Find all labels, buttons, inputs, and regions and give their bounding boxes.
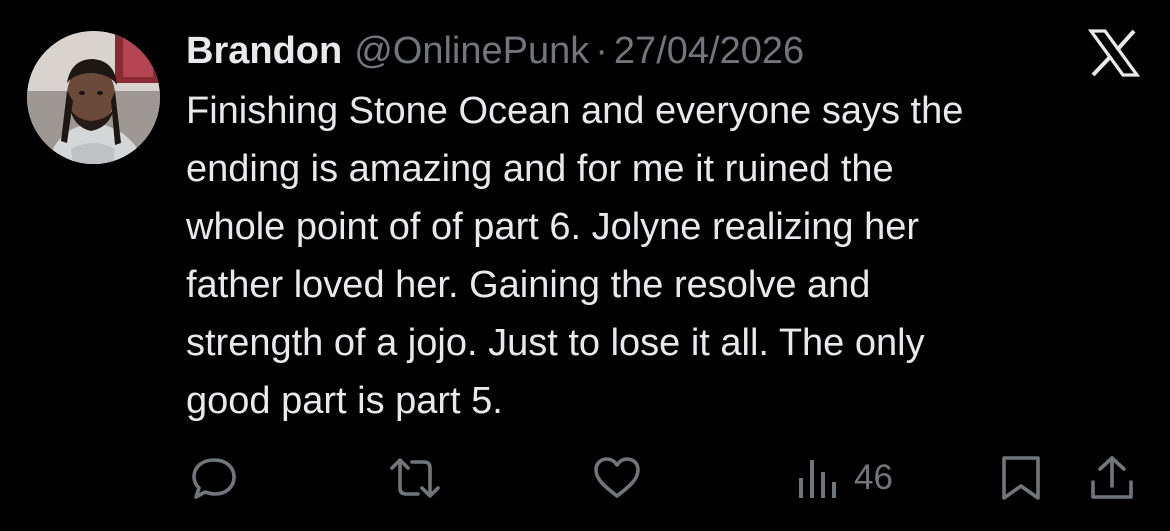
author-handle[interactable]: @OnlinePunk xyxy=(354,27,589,75)
avatar[interactable] xyxy=(27,31,160,164)
like-button[interactable] xyxy=(592,452,642,504)
author-name[interactable]: Brandon xyxy=(186,27,342,75)
x-logo-icon xyxy=(1087,29,1141,77)
tweet-card: Brandon @OnlinePunk · 27/04/2026 Finishi… xyxy=(0,0,1170,531)
views-icon xyxy=(799,460,836,498)
views-button[interactable]: 46 xyxy=(796,452,893,504)
reply-button[interactable] xyxy=(190,452,238,504)
retweet-button[interactable] xyxy=(388,452,442,504)
share-icon xyxy=(1091,456,1133,499)
heart-icon xyxy=(594,457,640,498)
share-button[interactable] xyxy=(1088,452,1136,504)
tweet-header: Brandon @OnlinePunk · 27/04/2026 xyxy=(186,27,804,75)
bookmark-icon xyxy=(1002,456,1040,500)
tweet-actions: 46 xyxy=(0,452,1170,504)
separator-dot: · xyxy=(595,30,608,72)
reply-icon xyxy=(192,458,236,499)
avatar-image xyxy=(27,31,160,164)
retweet-icon xyxy=(390,458,440,498)
tweet-text: Finishing Stone Ocean and everyone says … xyxy=(186,90,964,422)
views-count: 46 xyxy=(854,458,893,497)
bookmark-button[interactable] xyxy=(998,452,1044,504)
tweet-date[interactable]: 27/04/2026 xyxy=(614,27,804,75)
